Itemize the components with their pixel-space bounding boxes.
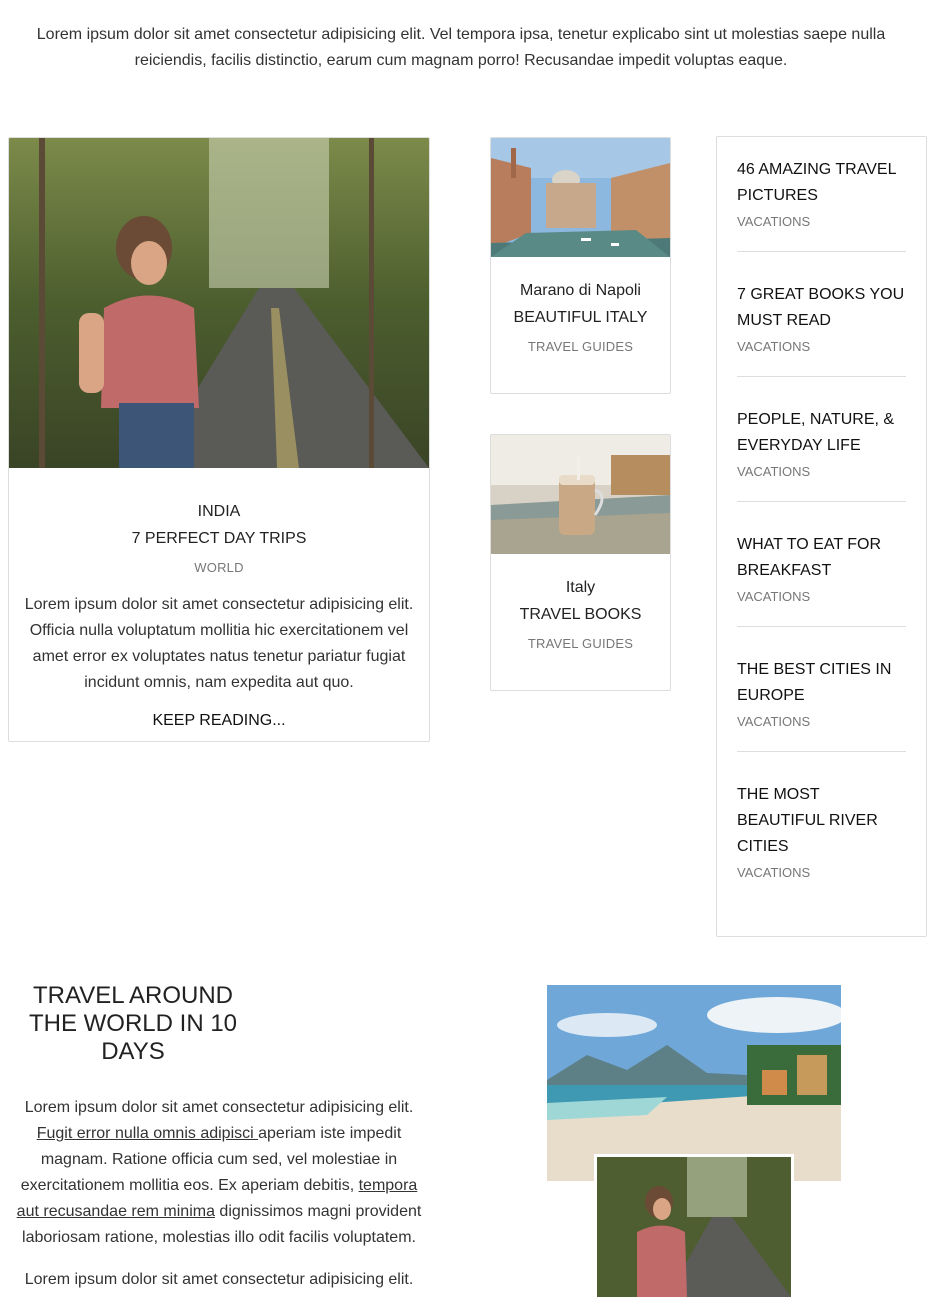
keep-reading-link[interactable]: KEEP READING... <box>9 712 429 730</box>
inline-link[interactable]: Fugit error nulla omnis adipisci <box>37 1125 258 1142</box>
post-place: Marano di Napoli <box>520 282 641 299</box>
sidebar-post[interactable]: THE BEST CITIES IN EUROPE VACATIONS <box>737 657 907 729</box>
post-title[interactable]: TRAVEL BOOKS <box>491 601 670 628</box>
divider <box>737 376 906 377</box>
sidebar-post[interactable]: 7 GREAT BOOKS YOU MUST READ VACATIONS <box>737 282 907 354</box>
featured-post-excerpt: Lorem ipsum dolor sit amet consectetur a… <box>24 596 414 691</box>
post-category[interactable]: TRAVEL GUIDES <box>491 339 670 354</box>
paragraph: Lorem ipsum dolor sit amet consectetur a… <box>10 1095 428 1251</box>
road-walk-thumbnail <box>597 1157 791 1297</box>
sidebar-post-category[interactable]: VACATIONS <box>737 214 907 229</box>
featured-post-category[interactable]: WORLD <box>9 560 429 575</box>
post-place: Italy <box>565 579 596 596</box>
post-category[interactable]: TRAVEL GUIDES <box>491 636 670 651</box>
divider <box>737 501 906 502</box>
venice-canal-image <box>491 138 670 257</box>
sidebar-post-category[interactable]: VACATIONS <box>737 714 907 729</box>
intro-text: Lorem ipsum dolor sit amet consectetur a… <box>36 26 886 69</box>
post-card[interactable]: Italy TRAVEL BOOKS TRAVEL GUIDES <box>490 434 671 691</box>
sidebar-post[interactable]: THE MOST BEAUTIFUL RIVER CITIES VACATION… <box>737 782 907 880</box>
featured-post-card[interactable]: INDIA 7 PERFECT DAY TRIPS WORLD Lorem ip… <box>8 137 430 742</box>
sidebar-post-title[interactable]: THE MOST BEAUTIFUL RIVER CITIES <box>737 782 907 860</box>
featured-post-place: INDIA <box>197 503 241 520</box>
featured-thumbnail <box>594 1154 794 1300</box>
sidebar-post-category[interactable]: VACATIONS <box>737 339 907 354</box>
sidebar-post[interactable]: PEOPLE, NATURE, & EVERYDAY LIFE VACATION… <box>737 407 907 479</box>
sidebar-post-category[interactable]: VACATIONS <box>737 589 907 604</box>
sidebar-post-title[interactable]: THE BEST CITIES IN EUROPE <box>737 657 907 709</box>
section-heading: TRAVEL AROUND THE WORLD IN 10 DAYS <box>28 982 238 1065</box>
divider <box>737 626 906 627</box>
featured-post-title[interactable]: 7 PERFECT DAY TRIPS <box>9 525 429 552</box>
featured-post-image <box>9 138 429 468</box>
post-title[interactable]: BEAUTIFUL ITALY <box>491 304 670 331</box>
sidebar-post-title[interactable]: PEOPLE, NATURE, & EVERYDAY LIFE <box>737 407 907 459</box>
sidebar-post[interactable]: 46 AMAZING TRAVEL PICTURES VACATIONS <box>737 157 907 229</box>
divider <box>737 251 906 252</box>
paragraph: Lorem ipsum dolor sit amet consectetur a… <box>24 1271 414 1288</box>
sidebar-post-title[interactable]: 46 AMAZING TRAVEL PICTURES <box>737 157 907 209</box>
popular-posts-sidebar: 46 AMAZING TRAVEL PICTURES VACATIONS 7 G… <box>716 136 927 937</box>
post-card[interactable]: Marano di Napoli BEAUTIFUL ITALY TRAVEL … <box>490 137 671 394</box>
sidebar-post-category[interactable]: VACATIONS <box>737 464 907 479</box>
sidebar-post[interactable]: WHAT TO EAT FOR BREAKFAST VACATIONS <box>737 532 907 604</box>
paragraph-text: Lorem ipsum dolor sit amet consectetur a… <box>24 1099 414 1116</box>
section-body: Lorem ipsum dolor sit amet consectetur a… <box>10 1095 428 1309</box>
sidebar-post-category[interactable]: VACATIONS <box>737 865 907 880</box>
iced-coffee-image <box>491 435 670 554</box>
sidebar-post-title[interactable]: 7 GREAT BOOKS YOU MUST READ <box>737 282 907 334</box>
beach-image <box>547 985 841 1181</box>
sidebar-post-title[interactable]: WHAT TO EAT FOR BREAKFAST <box>737 532 907 584</box>
divider <box>737 751 906 752</box>
